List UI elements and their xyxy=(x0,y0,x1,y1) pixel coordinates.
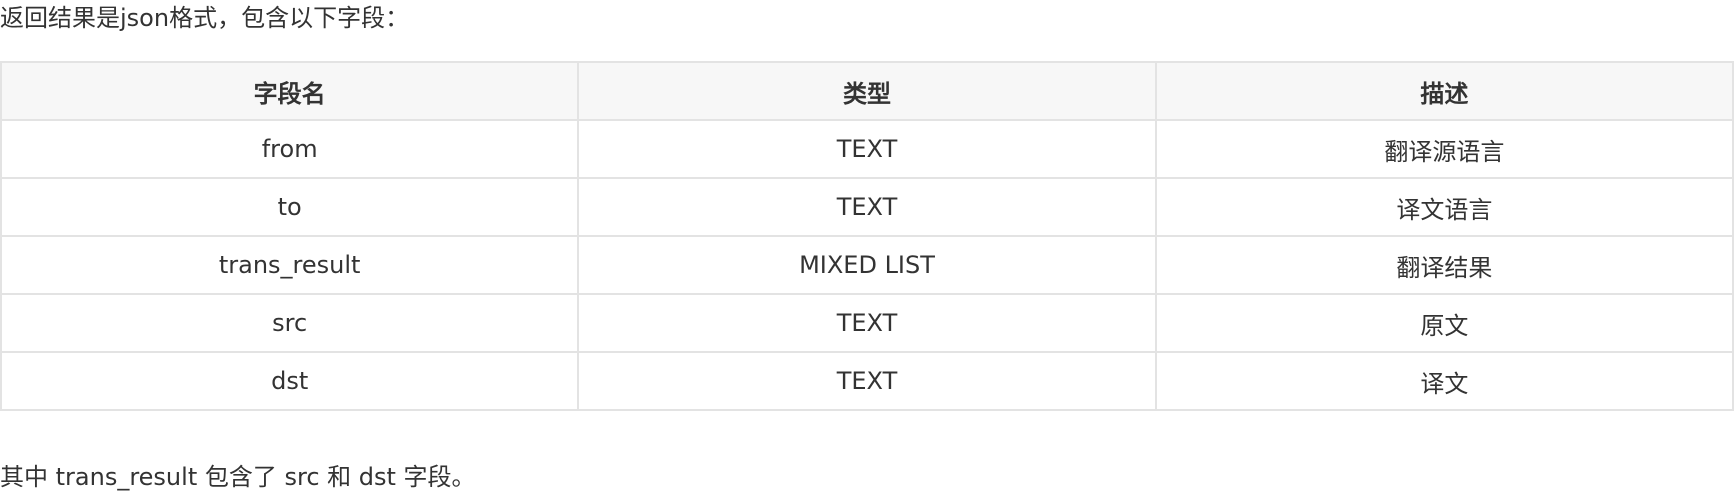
column-header-type: 类型 xyxy=(577,61,1157,121)
intro-text: 返回结果是json格式，包含以下字段： xyxy=(0,4,410,32)
field-name-cell: src xyxy=(0,293,580,353)
footer-note: 其中 trans_result 包含了 src 和 dst 字段。 xyxy=(0,463,476,491)
field-name-cell: dst xyxy=(0,351,580,411)
fields-table: 字段名 类型 描述 from TEXT 翻译源语言 to TEXT 译文语言 t… xyxy=(0,61,1734,411)
field-type-cell: TEXT xyxy=(577,119,1157,179)
table-row: to TEXT 译文语言 xyxy=(0,177,1734,237)
field-description-cell: 译文语言 xyxy=(1154,177,1734,237)
table-header-row: 字段名 类型 描述 xyxy=(0,61,1734,121)
field-description-cell: 原文 xyxy=(1154,293,1734,353)
field-type-cell: TEXT xyxy=(577,351,1157,411)
field-type-cell: TEXT xyxy=(577,177,1157,237)
field-type-cell: MIXED LIST xyxy=(577,235,1157,295)
field-description-cell: 译文 xyxy=(1154,351,1734,411)
column-header-description: 描述 xyxy=(1154,61,1734,121)
table-body: from TEXT 翻译源语言 to TEXT 译文语言 trans_resul… xyxy=(0,119,1734,411)
field-name-cell: from xyxy=(0,119,580,179)
table-row: dst TEXT 译文 xyxy=(0,351,1734,411)
table-header: 字段名 类型 描述 xyxy=(0,61,1734,121)
field-type-cell: TEXT xyxy=(577,293,1157,353)
table-row: trans_result MIXED LIST 翻译结果 xyxy=(0,235,1734,295)
table-row: from TEXT 翻译源语言 xyxy=(0,119,1734,179)
table-row: src TEXT 原文 xyxy=(0,293,1734,353)
field-name-cell: to xyxy=(0,177,580,237)
field-description-cell: 翻译结果 xyxy=(1154,235,1734,295)
field-name-cell: trans_result xyxy=(0,235,580,295)
field-description-cell: 翻译源语言 xyxy=(1154,119,1734,179)
column-header-field-name: 字段名 xyxy=(0,61,580,121)
